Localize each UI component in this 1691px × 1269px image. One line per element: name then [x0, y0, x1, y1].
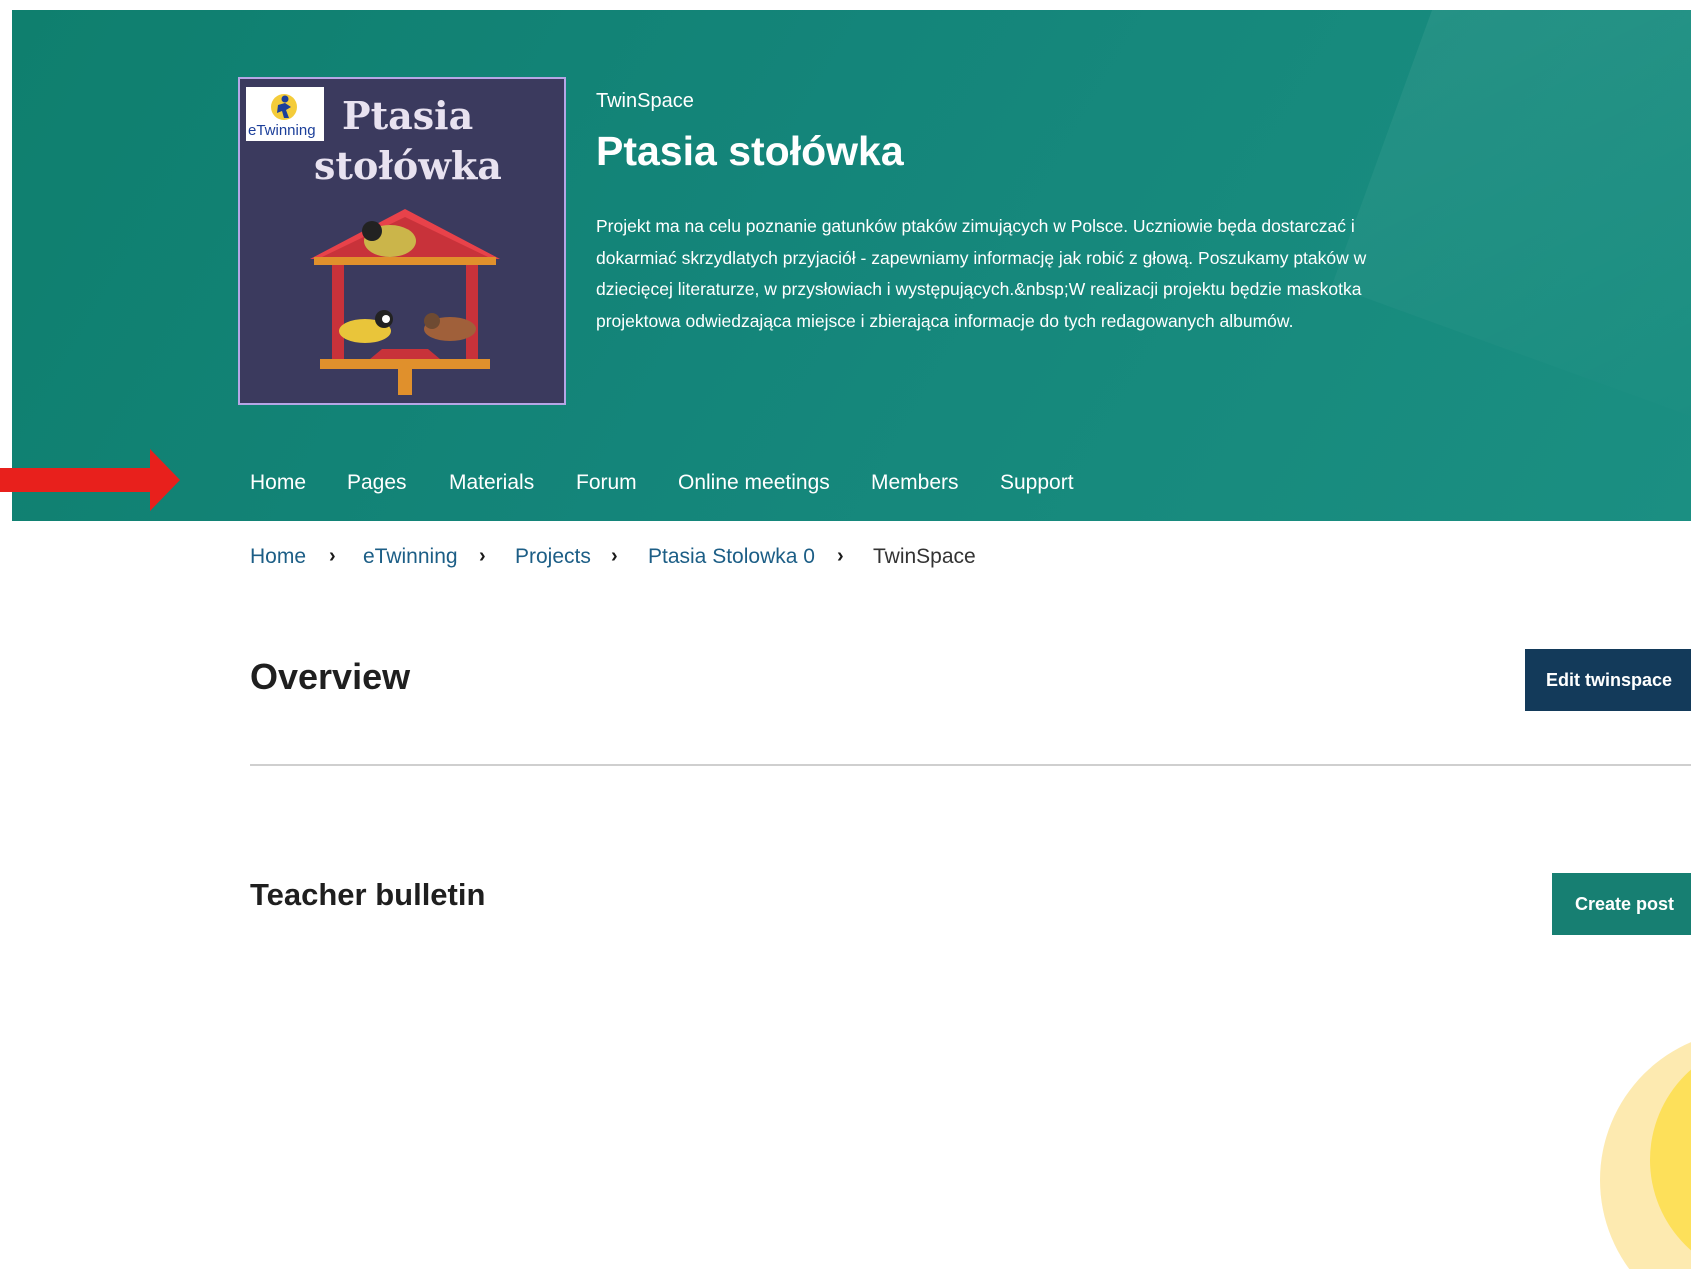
chevron-right-icon: › — [611, 545, 618, 567]
chevron-right-icon: › — [329, 545, 336, 567]
nav-item-pages[interactable]: Pages — [347, 471, 407, 495]
edit-twinspace-button[interactable]: Edit twinspace — [1525, 649, 1691, 711]
project-title: Ptasia stołówka — [596, 128, 904, 174]
decorative-sun-shape — [1600, 1042, 1691, 1269]
red-arrow-icon — [0, 449, 180, 511]
bird-feeder-illustration — [310, 209, 500, 395]
chevron-right-icon: › — [837, 545, 844, 567]
create-post-button[interactable]: Create post — [1552, 873, 1691, 935]
breadcrumb-current: TwinSpace — [873, 545, 976, 568]
nav-item-forum[interactable]: Forum — [576, 471, 637, 495]
breadcrumb-etwinning[interactable]: eTwinning — [363, 545, 458, 569]
teacher-bulletin-heading: Teacher bulletin — [250, 877, 486, 912]
nav-item-support[interactable]: Support — [1000, 471, 1074, 495]
project-thumbnail: eTwinning Ptasia stołówka — [238, 77, 566, 405]
twinspace-label: TwinSpace — [596, 90, 694, 112]
section-divider — [250, 764, 1691, 766]
overview-heading: Overview — [250, 656, 411, 697]
nav-item-home[interactable]: Home — [250, 471, 307, 526]
thumbnail-title-line2: stołówka — [314, 143, 502, 188]
nav-item-members[interactable]: Members — [871, 471, 959, 495]
project-description: Projekt ma na celu poznanie gatunków pta… — [596, 216, 1367, 331]
breadcrumb-project[interactable]: Ptasia Stolowka 0 — [648, 545, 815, 569]
etwinning-logo: eTwinning — [246, 87, 324, 141]
nav-item-online-meetings[interactable]: Online meetings — [678, 471, 830, 495]
breadcrumb-projects[interactable]: Projects — [515, 545, 591, 569]
nav-item-materials[interactable]: Materials — [449, 471, 534, 495]
etwinning-logo-text: eTwinning — [248, 122, 316, 139]
etwinning-figure-icon — [271, 94, 297, 120]
chevron-right-icon: › — [479, 545, 486, 567]
breadcrumb-home[interactable]: Home — [250, 545, 306, 569]
thumbnail-title-line1: Ptasia — [342, 93, 474, 138]
